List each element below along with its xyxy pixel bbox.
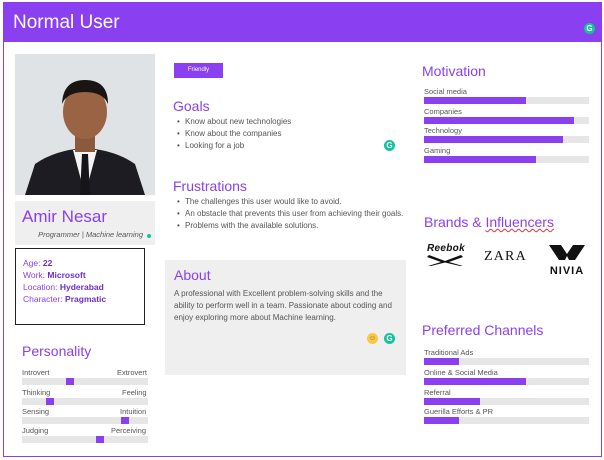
personality-scale	[22, 398, 148, 405]
personality-scale	[22, 436, 148, 443]
scale-right-label: Perceiving	[111, 426, 147, 435]
bar-fill	[424, 378, 527, 385]
status-dot	[147, 234, 151, 238]
bar-label: Social media	[424, 87, 467, 96]
bar-label: Companies	[424, 107, 462, 116]
bar-fill	[424, 358, 459, 365]
bar-fill	[424, 417, 459, 424]
person-portrait-icon	[15, 54, 155, 195]
reebok-vector-icon	[427, 255, 463, 266]
list-item: Looking for a job	[175, 140, 291, 152]
frustrations-title: Frustrations	[173, 178, 247, 194]
grammarly-icon[interactable]: G	[584, 23, 595, 34]
channel-bar	[424, 417, 589, 424]
goals-title: Goals	[173, 98, 210, 114]
bar-fill	[424, 398, 481, 405]
scale-left-label: Judging	[22, 426, 49, 435]
motivation-bar	[424, 136, 589, 143]
scale-knob	[96, 436, 105, 443]
bar-fill	[424, 156, 537, 163]
scale-knob	[121, 417, 130, 424]
scale-knob	[65, 378, 74, 385]
list-item: An obstacle that prevents this user from…	[175, 208, 410, 220]
frustrations-list: The challenges this user would like to a…	[175, 196, 410, 232]
nivia-mark-icon	[549, 245, 585, 260]
list-item: Know about new technologies	[175, 116, 291, 128]
fact-character: Character: Pragmatic	[23, 294, 107, 304]
motivation-bar	[424, 117, 589, 124]
motivation-bar	[424, 156, 589, 163]
channels-title: Preferred Channels	[422, 322, 544, 338]
profile-facts: Age: 22 Work: Microsoft Location: Hydera…	[15, 248, 145, 325]
list-item: The challenges this user would like to a…	[175, 196, 410, 208]
bar-label: Technology	[424, 126, 462, 135]
goals-list: Know about new technologies Know about t…	[175, 116, 291, 152]
smiley-emoji-icon[interactable]: ☺	[367, 333, 378, 344]
bar-fill	[424, 97, 527, 104]
friendly-tag: Friendly	[174, 63, 223, 78]
channel-bar	[424, 358, 589, 365]
bar-label: Gaming	[424, 146, 451, 155]
brands-title: Brands & Influencers	[424, 214, 554, 230]
page-title: Normal User	[13, 12, 120, 33]
bar-label: Traditional Ads	[424, 348, 474, 357]
zara-logo: ZARA	[484, 249, 527, 264]
bar-label: Online & Social Media	[424, 368, 498, 377]
name-card: Amir Nesar Programmer | Machine learning	[15, 201, 155, 245]
bar-fill	[424, 136, 563, 143]
personality-scale	[22, 417, 148, 424]
grammarly-icon[interactable]: G	[384, 140, 395, 151]
scale-right-label: Intuition	[120, 407, 147, 416]
fact-location: Location: Hyderabad	[23, 282, 104, 292]
list-item: Know about the companies	[175, 128, 291, 140]
scale-left-label: Sensing	[22, 407, 50, 416]
personality-scale	[22, 378, 148, 385]
motivation-title: Motivation	[422, 63, 486, 79]
scale-knob	[45, 398, 54, 405]
persona-card: Normal User G Amir Nesar Programmer | Ma…	[3, 2, 602, 457]
about-text: A professional with Excellent problem-so…	[174, 289, 392, 322]
motivation-bar	[424, 97, 589, 104]
personality-title: Personality	[22, 343, 92, 359]
channel-bar	[424, 378, 589, 385]
persona-role: Programmer | Machine learning	[38, 230, 143, 239]
channel-bar	[424, 398, 589, 405]
scale-left-label: Introvert	[22, 368, 50, 377]
bar-label: Referral	[424, 388, 451, 397]
grammarly-icon[interactable]: G	[384, 333, 395, 344]
nivia-logo: NIVIA	[539, 243, 595, 277]
about-title: About	[174, 267, 211, 283]
reebok-logo: Reebok	[423, 243, 469, 268]
fact-age: Age: 22	[23, 258, 53, 268]
scale-right-label: Feeling	[122, 388, 147, 397]
about-panel: About A professional with Excellent prob…	[165, 260, 406, 375]
bar-fill	[424, 117, 575, 124]
scale-right-label: Extrovert	[117, 368, 148, 377]
header-bar: Normal User G	[4, 3, 601, 42]
fact-work: Work: Microsoft	[23, 270, 86, 280]
profile-photo	[15, 54, 155, 195]
persona-name: Amir Nesar	[22, 207, 108, 226]
bar-label: Guerilla Efforts & PR	[424, 407, 494, 416]
list-item: Problems with the available solutions.	[175, 220, 410, 232]
scale-left-label: Thinking	[22, 388, 51, 397]
